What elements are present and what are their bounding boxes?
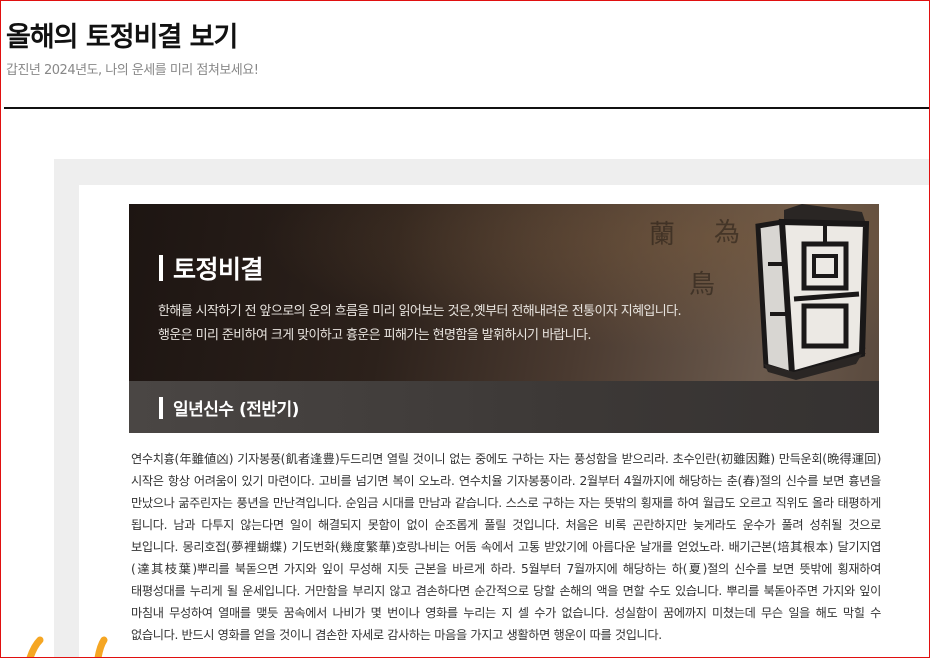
- banner-desc-line: 한해를 시작하기 전 앞으로의 운의 흐름을 미리 읽어보는 것은,옛부터 전해…: [158, 304, 682, 319]
- lantern-icon: [755, 204, 870, 380]
- banner-hanja-decor: 為: [714, 218, 741, 248]
- section-header: 일년신수 (전반기): [129, 381, 879, 433]
- banner-title-text: 토정비결: [173, 255, 264, 284]
- banner-hanja-decor: 蘭: [649, 220, 676, 250]
- page-subtitle: 갑진년 2024년도, 나의 운세를 미리 점쳐보세요!: [6, 63, 259, 78]
- banner-title: 토정비결: [159, 250, 264, 286]
- title-bar-marker: [159, 396, 163, 419]
- title-bar-marker: [159, 255, 163, 281]
- page-header: 올해의 토정비결 보기 갑진년 2024년도, 나의 운세를 미리 점쳐보세요!: [6, 18, 259, 78]
- banner-desc-line: 행운은 미리 준비하여 크게 맞이하고 흉운은 피해가는 현명함을 발휘하시기 …: [158, 328, 592, 343]
- fortune-paragraph: 연수치흉(年雖値凶) 기자봉풍(飢者逢豊)두드리면 열릴 것이니 없는 중에도 …: [131, 452, 881, 642]
- section-title-text: 일년신수 (전반기): [173, 400, 299, 420]
- tojeong-banner: 蘭 鳥 為 梨 業 토정비결 한해를 시작하기 전 앞으로의 운의 흐름을 미리…: [129, 204, 879, 381]
- banner-hanja-decor: 鳥: [689, 270, 716, 300]
- fortune-text: 연수치흉(年雖値凶) 기자봉풍(飢者逢豊)두드리면 열릴 것이니 없는 중에도 …: [131, 448, 881, 646]
- orange-deco-icon: [26, 636, 108, 658]
- page-title: 올해의 토정비결 보기: [6, 22, 238, 53]
- section-title: 일년신수 (전반기): [159, 395, 299, 420]
- banner-description: 한해를 시작하기 전 앞으로의 운의 흐름을 미리 읽어보는 것은,옛부터 전해…: [158, 300, 682, 348]
- header-divider: [4, 107, 930, 109]
